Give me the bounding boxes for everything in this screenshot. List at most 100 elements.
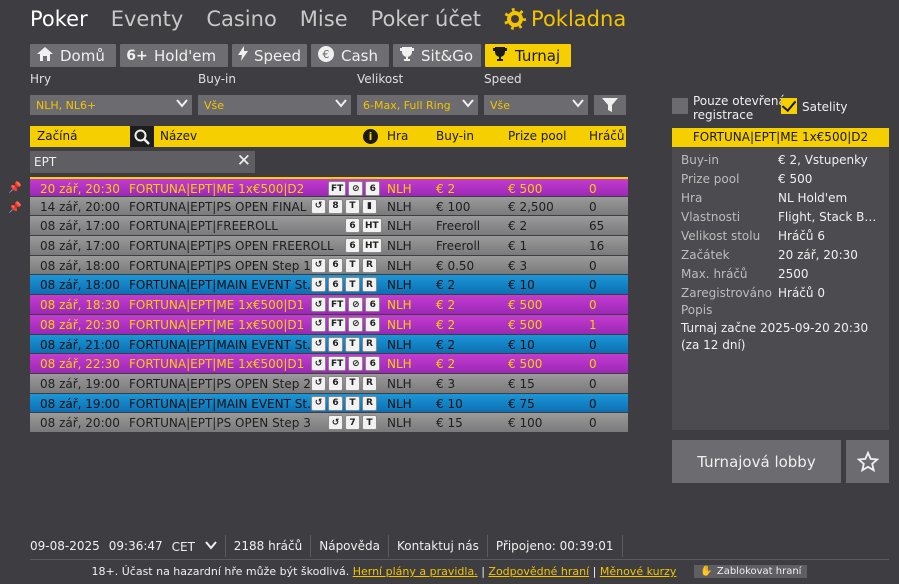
name-search-input[interactable]: EPT ✕ <box>30 151 255 173</box>
row-badges: ↺ 6 T R <box>311 375 379 391</box>
table-row[interactable]: 08 zář, 20:30 FORTUNA|EPT|ME 1x€500|D1 NLH… <box>30 314 628 335</box>
row-badge: R <box>362 336 377 352</box>
row-badge: HT <box>362 238 382 254</box>
pin-icon[interactable]: 📌 <box>8 201 22 214</box>
row-time: 08 zář, 18:00 <box>40 278 120 293</box>
rules-link[interactable]: Herní plány a pravidla. <box>353 565 478 578</box>
table-row[interactable]: 08 zář, 18:00 FORTUNA|EPT|PS OPEN Step 1 N… <box>30 255 628 276</box>
row-game: NLH <box>387 337 412 352</box>
header-hra[interactable]: Hra <box>387 129 408 143</box>
row-badge: R <box>362 257 377 273</box>
satelity-checkbox[interactable] <box>781 98 797 114</box>
nav-poker-ucet[interactable]: Poker účet <box>371 7 481 31</box>
filter-button[interactable] <box>594 95 626 115</box>
filter-velikost-value: 6-Max, Full Ring <box>363 98 451 112</box>
tab-cash[interactable]: € Cash <box>311 44 389 67</box>
table-row[interactable]: 08 zář, 18:30 FORTUNA|EPT|ME 1x€500|D1 NLH… <box>30 295 628 315</box>
row-badges: 6 HT <box>345 218 384 234</box>
row-badges: ↺ 7 T <box>328 415 379 431</box>
table-row[interactable]: 20 zář, 20:30 FORTUNA|EPT|ME 1x€500|D2 NLH… <box>30 177 628 197</box>
tournament-list: 20 zář, 20:30 FORTUNA|EPT|ME 1x€500|D2 NLH… <box>30 177 628 433</box>
row-badge: R <box>362 395 377 411</box>
header-buyin[interactable]: Buy-in <box>436 129 474 143</box>
row-time: 08 zář, 20:30 <box>40 317 120 332</box>
clear-icon[interactable]: ✕ <box>237 151 251 171</box>
table-row[interactable]: 08 zář, 19:00 FORTUNA|EPT|PS OPEN Step 2 N… <box>30 373 628 394</box>
row-name: FORTUNA|EPT|PS OPEN Step 2 <box>129 376 311 391</box>
row-game: NLH <box>387 357 412 372</box>
table-row[interactable]: 08 zář, 21:00 FORTUNA|EPT|MAIN EVENT St..… <box>30 334 628 355</box>
row-time: 08 zář, 17:00 <box>40 219 120 234</box>
filter-hry-select[interactable]: NLH, NL6+ <box>30 95 192 115</box>
search-toggle[interactable] <box>130 126 154 147</box>
header-nazev[interactable]: Název <box>160 129 197 143</box>
row-badge: ↺ <box>311 356 326 372</box>
filter-buyin-select[interactable]: Vše <box>198 95 351 115</box>
filter-velikost-select[interactable]: 6-Max, Full Ring <box>357 95 478 115</box>
table-row[interactable]: 08 zář, 18:00 FORTUNA|EPT|MAIN EVENT St..… <box>30 275 628 296</box>
tab-sitgo[interactable]: Sit&Go <box>393 44 481 67</box>
table-row[interactable]: 08 zář, 22:30 FORTUNA|EPT|ME 1x€500|D1 NLH… <box>30 354 628 374</box>
filter-velikost-label: Velikost <box>357 72 404 86</box>
contact-link[interactable]: Kontaktuj nás <box>397 539 479 553</box>
tournament-lobby-button[interactable]: Turnajová lobby <box>672 440 841 483</box>
nav-mise[interactable]: Mise <box>300 7 348 31</box>
table-row[interactable]: 08 zář, 20:00 FORTUNA|EPT|PS OPEN Step 3 N… <box>30 413 628 433</box>
open-registration-checkbox[interactable] <box>672 98 688 114</box>
table-row[interactable]: 08 zář, 17:00 FORTUNA|EPT|FREEROLL NLH Free… <box>30 216 628 237</box>
row-prize: € 500 <box>508 357 543 372</box>
row-badge: ↺ <box>311 198 326 214</box>
tab-domu[interactable]: Domů <box>30 44 116 67</box>
popis-text: Turnaj začne 2025-09-20 20:30 (za 12 dní… <box>681 321 869 352</box>
row-buyin: Freeroll <box>436 219 481 234</box>
nav-eventy[interactable]: Eventy <box>111 7 184 31</box>
info-icon[interactable]: i <box>363 129 378 144</box>
nav-poker[interactable]: Poker <box>30 7 88 31</box>
row-buyin: € 100 <box>436 199 471 214</box>
header-prize[interactable]: Prize pool <box>508 129 566 143</box>
table-row[interactable]: 08 zář, 17:00 FORTUNA|EPT|PS OPEN FREEROL… <box>30 236 628 256</box>
row-prize: € 15 <box>508 376 535 391</box>
detail-value: € 2, Vstupenky <box>778 153 868 167</box>
row-badge: 6 <box>328 257 343 273</box>
trophy-icon <box>399 46 415 66</box>
table-row[interactable]: 14 zář, 20:00 FORTUNA|EPT|PS OPEN FINAL NL… <box>30 196 628 217</box>
row-badge: FT <box>328 297 347 313</box>
satelity-label: Satelity <box>802 100 848 114</box>
timezone-select[interactable]: CET <box>172 539 217 554</box>
tab-turnaj[interactable]: Turnaj <box>485 44 571 67</box>
row-game: NLH <box>387 376 412 391</box>
responsible-link[interactable]: Zodpovědné hraní <box>488 565 589 578</box>
row-prize: € 500 <box>508 298 543 313</box>
row-badge: 7 <box>345 415 360 431</box>
row-badge: HT <box>362 218 382 234</box>
header-zacina[interactable]: Začíná <box>37 129 77 143</box>
filter-speed-select[interactable]: Vše <box>484 95 588 115</box>
tab-speed[interactable]: Speed <box>232 44 307 67</box>
row-buyin: € 15 <box>436 416 463 431</box>
row-buyin: € 2 <box>436 337 456 352</box>
tab-holdem[interactable]: 6+ Hold'em <box>120 44 228 67</box>
favorite-button[interactable] <box>846 440 889 483</box>
row-badge: 6 <box>365 356 381 372</box>
row-prize: € 10 <box>508 337 535 352</box>
block-play-button[interactable]: ✋ Zablokovat hraní <box>694 565 808 578</box>
row-players: 16 <box>589 239 605 254</box>
nav-casino[interactable]: Casino <box>206 7 276 31</box>
table-row[interactable]: 08 zář, 19:00 FORTUNA|EPT|MAIN EVENT St..… <box>30 393 628 414</box>
row-badge: 6 <box>328 395 343 411</box>
help-link[interactable]: Nápověda <box>319 539 380 553</box>
filter-speed-value: Vše <box>490 98 511 112</box>
row-game: NLH <box>387 298 412 313</box>
pin-icon[interactable]: 📌 <box>8 181 22 194</box>
row-game: NLH <box>387 258 412 273</box>
nav-pokladna[interactable]: Pokladna <box>504 7 626 31</box>
header-hracu[interactable]: Hráčů <box>589 129 625 143</box>
row-name: FORTUNA|EPT|MAIN EVENT St... <box>129 396 319 411</box>
row-prize: € 100 <box>508 416 543 431</box>
row-game: NLH <box>387 416 412 431</box>
detail-value: Hráčů 0 <box>778 286 825 300</box>
row-badge: ↺ <box>311 257 326 273</box>
currency-link[interactable]: Měnové kurzy <box>600 565 677 578</box>
row-name: FORTUNA|EPT|ME 1x€500|D1 <box>129 357 305 372</box>
